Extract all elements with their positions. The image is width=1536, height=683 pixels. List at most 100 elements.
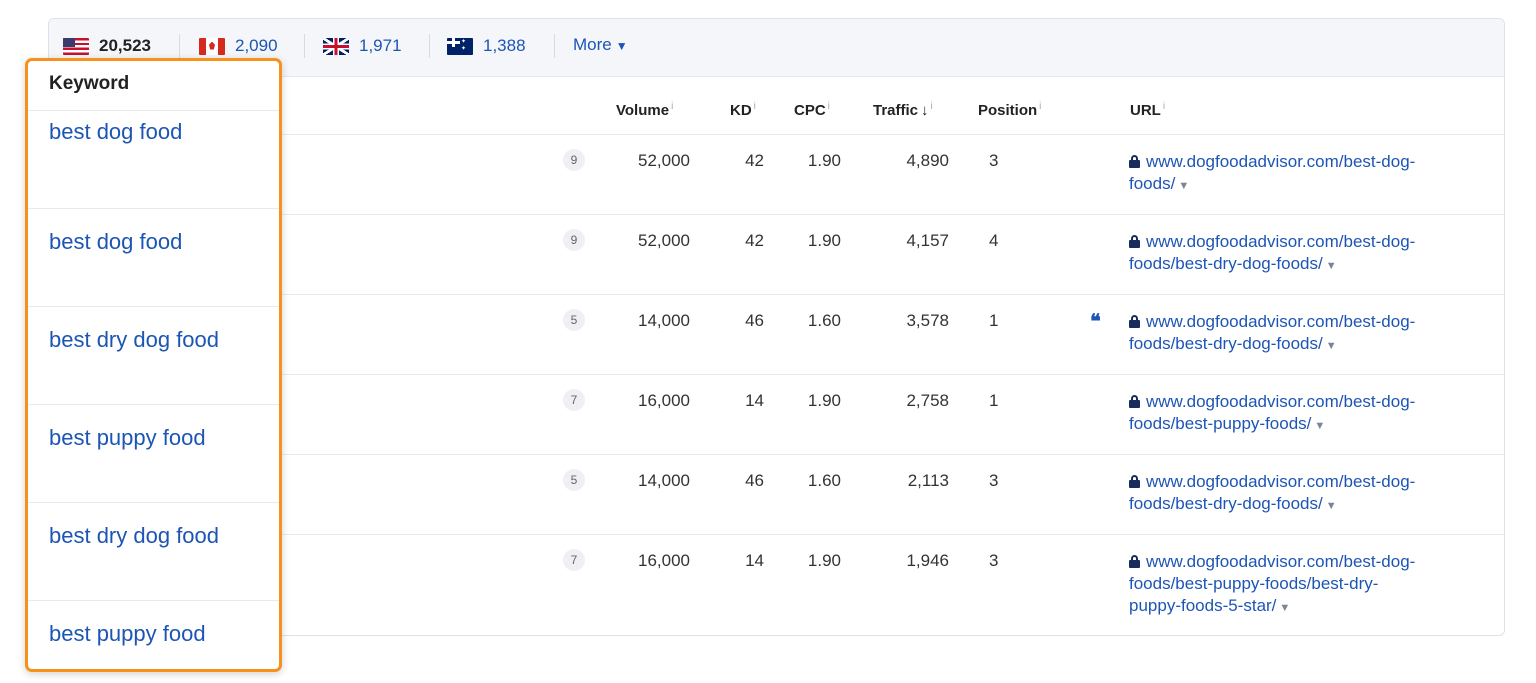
position-cell: 3 [989, 471, 999, 490]
url-line: foods/▼ [1129, 174, 1190, 193]
info-icon[interactable]: i [671, 101, 673, 112]
position-cell: 3 [989, 551, 999, 570]
country-uk-count: 1,971 [359, 36, 402, 55]
lock-icon [1129, 395, 1140, 408]
position-cell: 1 [989, 391, 999, 410]
cpc-cell: 1.90 [807, 551, 841, 570]
volume-cell: 52,000 [638, 231, 690, 250]
lock-icon [1129, 475, 1140, 488]
kd-cell: 46 [745, 311, 764, 330]
url-line: www.dogfoodadvisor.com/best-dog- [1129, 151, 1489, 173]
traffic-cell: 2,758 [906, 391, 949, 410]
sort-down-arrow-icon: ↓ [921, 102, 929, 119]
country-ca-count: 2,090 [235, 36, 278, 55]
kd-cell: 14 [745, 551, 764, 570]
url-link[interactable]: www.dogfoodadvisor.com/best-dog-foods/be… [1129, 231, 1489, 277]
country-us-count: 20,523 [99, 36, 151, 55]
cpc-cell: 1.90 [807, 151, 841, 170]
traffic-cell: 2,113 [907, 471, 949, 490]
info-icon[interactable]: i [931, 101, 933, 112]
volume-cell: 14,000 [638, 471, 690, 490]
country-ca[interactable]: 2,090 [199, 35, 278, 57]
kd-cell: 42 [745, 151, 764, 170]
url-link[interactable]: www.dogfoodadvisor.com/best-dog-foods/be… [1129, 311, 1489, 357]
quote-icon: ❝ [1090, 309, 1101, 333]
us-flag-icon [63, 37, 89, 55]
kd-cell: 14 [745, 391, 764, 410]
url-line: www.dogfoodadvisor.com/best-dog- [1129, 231, 1489, 253]
caret-down-icon[interactable]: ▼ [1326, 500, 1337, 512]
caret-down-icon[interactable]: ▼ [1326, 260, 1337, 272]
url-line: foods/best-puppy-foods/best-dry- [1129, 574, 1379, 593]
caret-down-icon[interactable]: ▼ [1326, 340, 1337, 352]
country-uk[interactable]: 1,971 [323, 35, 402, 57]
volume-cell: 16,000 [638, 391, 690, 410]
serp-features-badge[interactable]: 5 [563, 469, 585, 491]
volume-cell: 14,000 [638, 311, 690, 330]
cpc-cell: 1.90 [807, 391, 841, 410]
position-cell: 4 [989, 231, 999, 250]
divider [304, 34, 305, 58]
uk-flag-icon [323, 37, 349, 55]
url-link[interactable]: www.dogfoodadvisor.com/best-dog-foods/be… [1129, 551, 1489, 619]
divider [554, 34, 555, 58]
column-url[interactable]: URL i [1130, 101, 1165, 119]
position-cell: 1 [989, 311, 999, 330]
serp-features-badge[interactable]: 7 [563, 549, 585, 571]
url-line: www.dogfoodadvisor.com/best-dog- [1129, 311, 1489, 333]
url-line: foods/best-dry-dog-foods/▼ [1129, 494, 1337, 513]
column-kd[interactable]: KD i [730, 101, 756, 119]
ca-flag-icon [199, 37, 225, 55]
keyword-link[interactable]: best dog food [28, 111, 279, 209]
url-link[interactable]: www.dogfoodadvisor.com/best-dog-foods/be… [1129, 391, 1489, 437]
lock-icon [1129, 235, 1140, 248]
info-icon[interactable]: i [1163, 101, 1165, 112]
cpc-cell: 1.90 [807, 231, 841, 250]
country-us[interactable]: 20,523 [63, 35, 151, 57]
keyword-link[interactable]: best dog food [28, 209, 279, 307]
country-au-count: 1,388 [483, 36, 526, 55]
keyword-link[interactable]: best puppy food [28, 405, 279, 503]
info-icon[interactable]: i [1039, 101, 1041, 112]
url-line: puppy-foods-5-star/▼ [1129, 596, 1291, 615]
serp-features-badge[interactable]: 9 [563, 149, 585, 171]
traffic-cell: 3,578 [906, 311, 949, 330]
traffic-cell: 4,890 [906, 151, 949, 170]
keyword-link[interactable]: best puppy food [28, 601, 279, 669]
url-line: www.dogfoodadvisor.com/best-dog- [1129, 551, 1489, 573]
column-position[interactable]: Position i [978, 101, 1041, 119]
column-volume[interactable]: Volume i [616, 101, 673, 119]
au-flag-icon [447, 37, 473, 55]
traffic-cell: 4,157 [906, 231, 949, 250]
serp-features-badge[interactable]: 5 [563, 309, 585, 331]
serp-features-badge[interactable]: 7 [563, 389, 585, 411]
info-icon[interactable]: i [828, 101, 830, 112]
keyword-link[interactable]: best dry dog food [28, 503, 279, 601]
caret-down-icon: ▼ [615, 39, 628, 53]
info-icon[interactable]: i [754, 101, 756, 112]
url-line: www.dogfoodadvisor.com/best-dog- [1129, 391, 1489, 413]
caret-down-icon[interactable]: ▼ [1178, 180, 1189, 192]
lock-icon [1129, 315, 1140, 328]
column-cpc[interactable]: CPC i [794, 101, 830, 119]
serp-features-badge[interactable]: 9 [563, 229, 585, 251]
divider [429, 34, 430, 58]
keyword-column-highlight: Keyword best dog food best dog food best d… [25, 58, 282, 672]
kd-cell: 42 [745, 231, 764, 250]
keyword-link[interactable]: best dry dog food [28, 307, 279, 405]
more-countries-button[interactable]: More ▼ [573, 35, 628, 55]
url-line: foods/best-dry-dog-foods/▼ [1129, 334, 1337, 353]
more-label: More [573, 35, 612, 54]
country-au[interactable]: 1,388 [447, 35, 526, 57]
url-line: foods/best-puppy-foods/▼ [1129, 414, 1326, 433]
keyword-list: best dog food best dog food best dry dog f… [28, 111, 279, 669]
volume-cell: 52,000 [638, 151, 690, 170]
url-link[interactable]: www.dogfoodadvisor.com/best-dog-foods/be… [1129, 471, 1489, 517]
column-traffic[interactable]: Traffic ↓ i [873, 101, 933, 119]
position-cell: 3 [989, 151, 999, 170]
divider [179, 34, 180, 58]
url-link[interactable]: www.dogfoodadvisor.com/best-dog-foods/▼ [1129, 151, 1489, 197]
caret-down-icon[interactable]: ▼ [1279, 602, 1290, 614]
column-keyword[interactable]: Keyword [28, 61, 279, 111]
caret-down-icon[interactable]: ▼ [1314, 420, 1325, 432]
